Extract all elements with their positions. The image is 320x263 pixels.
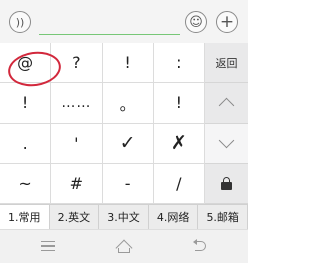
lock-icon (221, 177, 232, 191)
emoji-icon[interactable]: ☺ (185, 11, 207, 33)
tab-label: 5.邮箱 (206, 211, 239, 224)
key-label: / (176, 173, 182, 193)
page-down-key[interactable] (205, 123, 248, 164)
tab-english[interactable]: 2.英文 (50, 205, 100, 229)
key-hyphen[interactable]: - (102, 163, 154, 204)
key-label: ✓ (119, 132, 136, 155)
tab-common[interactable]: 1.常用 (0, 205, 50, 229)
symbol-category-tabs: 1.常用 2.英文 3.中文 4.网络 5.邮箱 (0, 204, 248, 229)
page-up-key[interactable] (205, 83, 248, 124)
key-label: . (22, 133, 28, 153)
key-label: : (176, 53, 182, 73)
key-slash[interactable]: / (153, 163, 205, 204)
key-apostrophe[interactable]: ' (51, 123, 103, 164)
key-label: 。 (119, 94, 136, 114)
key-label: ✗ (170, 132, 187, 155)
tab-label: 1.常用 (8, 211, 41, 224)
menu-icon[interactable] (41, 241, 55, 251)
back-key[interactable]: 返回 (205, 43, 248, 84)
key-label: ' (74, 133, 79, 153)
text-input-underline[interactable] (39, 34, 180, 35)
input-bar: )) ☺ + (0, 0, 248, 43)
key-label: ~ (18, 173, 32, 193)
key-colon[interactable]: : (153, 43, 205, 84)
key-exclamation-cn[interactable]: ! (0, 83, 52, 124)
key-exclamation[interactable]: ! (102, 43, 154, 84)
lock-key[interactable] (205, 164, 248, 204)
emoji-glyph: ☺ (189, 14, 203, 30)
key-at[interactable]: @ (0, 43, 52, 84)
key-label: ? (72, 53, 81, 73)
home-icon[interactable] (115, 239, 133, 257)
key-label: ! (124, 53, 131, 73)
key-exclamation-2[interactable]: ! (153, 83, 205, 124)
tab-label: 3.中文 (107, 211, 140, 224)
key-cross[interactable]: ✗ (153, 123, 205, 164)
plus-icon[interactable]: + (216, 11, 238, 33)
keyboard-side-column: 返回 (205, 43, 248, 204)
voice-glyph: )) (15, 15, 25, 29)
tab-label: 2.英文 (57, 211, 91, 224)
key-label: @ (17, 53, 34, 73)
key-hash[interactable]: # (51, 163, 103, 204)
chevron-down-icon (218, 132, 235, 148)
key-label: - (124, 173, 131, 193)
key-label: ! (175, 93, 183, 113)
key-label: # (69, 173, 84, 193)
key-check[interactable]: ✓ (102, 123, 154, 164)
symbol-keyboard: @ ? ! : ! …… 。 ! . ' ✓ ✗ ~ # - / 返回 1.常用… (0, 43, 248, 229)
system-nav-bar (0, 229, 248, 263)
symbol-key-grid: @ ? ! : ! …… 。 ! . ' ✓ ✗ ~ # - / (0, 43, 205, 204)
plus-glyph: + (219, 11, 235, 32)
key-full-stop[interactable]: 。 (102, 83, 154, 124)
key-period[interactable]: . (0, 123, 52, 164)
key-label: ! (21, 93, 29, 113)
tab-label: 4.网络 (156, 211, 190, 224)
back-key-label: 返回 (215, 56, 238, 70)
key-question[interactable]: ? (51, 43, 103, 84)
tab-chinese[interactable]: 3.中文 (99, 205, 149, 229)
voice-input-icon[interactable]: )) (9, 11, 31, 33)
tab-network[interactable]: 4.网络 (149, 205, 199, 229)
chevron-up-icon (218, 98, 235, 114)
back-icon[interactable] (193, 239, 207, 252)
tab-email[interactable]: 5.邮箱 (198, 205, 248, 229)
key-ellipsis[interactable]: …… (51, 83, 103, 124)
key-tilde[interactable]: ~ (0, 163, 52, 204)
key-label: …… (61, 94, 92, 111)
